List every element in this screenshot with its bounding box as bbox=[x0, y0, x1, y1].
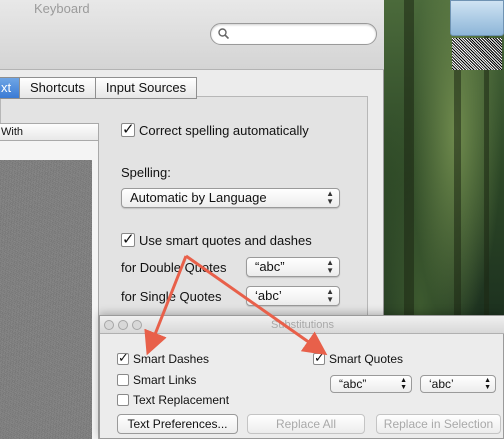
smart-quotes-label: Smart Quotes bbox=[329, 352, 404, 366]
smart-dashes-checkbox[interactable] bbox=[117, 351, 129, 366]
spelling-select[interactable]: Automatic by Language ▲ ▼ bbox=[121, 188, 340, 208]
close-button[interactable] bbox=[104, 320, 114, 330]
search-field[interactable] bbox=[210, 23, 377, 45]
subs-double-quotes-value: “abc” bbox=[339, 377, 367, 391]
double-quotes-value: “abc” bbox=[255, 259, 285, 274]
subs-double-quotes-select[interactable]: “abc” ▲ ▼ bbox=[330, 375, 412, 393]
zoom-button[interactable] bbox=[132, 320, 142, 330]
replace-all-button[interactable]: Replace All bbox=[247, 414, 365, 434]
single-quotes-label: for Single Quotes bbox=[121, 289, 222, 304]
list-column-header[interactable]: With bbox=[0, 123, 99, 141]
tab-input-sources[interactable]: Input Sources bbox=[95, 77, 198, 99]
spelling-select-value: Automatic by Language bbox=[130, 190, 267, 205]
tab-bar: xt Shortcuts Input Sources bbox=[0, 77, 198, 99]
double-quotes-select[interactable]: “abc” ▲ ▼ bbox=[246, 257, 340, 277]
minimize-button[interactable] bbox=[118, 320, 128, 330]
select-arrows-icon: ▲ ▼ bbox=[484, 377, 491, 391]
replace-in-selection-button[interactable]: Replace in Selection bbox=[376, 414, 501, 434]
tab-shortcuts[interactable]: Shortcuts bbox=[20, 77, 96, 99]
select-arrows-icon: ▲ ▼ bbox=[326, 258, 334, 275]
single-quotes-select[interactable]: ‘abc’ ▲ ▼ bbox=[246, 286, 340, 306]
substitutions-panel: Substitutions Smart Dashes Smart Links T… bbox=[99, 315, 504, 439]
select-arrows-icon: ▲ ▼ bbox=[326, 189, 334, 206]
text-replacement-label: Text Replacement bbox=[133, 393, 230, 407]
double-quotes-label: for Double Quotes bbox=[121, 260, 227, 275]
tab-text[interactable]: xt bbox=[0, 77, 20, 99]
smart-links-checkbox[interactable] bbox=[117, 374, 129, 386]
smart-quotes-checkbox[interactable] bbox=[313, 351, 325, 366]
text-replacement-checkbox[interactable] bbox=[117, 394, 129, 406]
substitutions-title-bar[interactable]: Substitutions bbox=[100, 316, 504, 334]
folder-icon[interactable] bbox=[450, 0, 504, 36]
select-arrows-icon: ▲ ▼ bbox=[326, 287, 334, 304]
window-title: Keyboard bbox=[34, 1, 90, 16]
correct-spelling-checkbox[interactable] bbox=[121, 120, 135, 138]
substitutions-title: Substitutions bbox=[271, 319, 334, 331]
spelling-label: Spelling: bbox=[121, 165, 171, 180]
correct-spelling-label: Correct spelling automatically bbox=[139, 123, 309, 138]
subs-single-quotes-select[interactable]: ‘abc’ ▲ ▼ bbox=[420, 375, 496, 393]
smart-quotes-dashes-checkbox[interactable] bbox=[121, 230, 135, 248]
single-quotes-value: ‘abc’ bbox=[255, 288, 282, 303]
subs-single-quotes-value: ‘abc’ bbox=[429, 377, 454, 391]
select-arrows-icon: ▲ ▼ bbox=[400, 377, 407, 391]
text-preferences-button[interactable]: Text Preferences... bbox=[117, 414, 238, 434]
smart-quotes-dashes-label: Use smart quotes and dashes bbox=[139, 233, 312, 248]
smart-links-label: Smart Links bbox=[133, 373, 197, 387]
obscured-list-content bbox=[0, 160, 92, 439]
search-icon bbox=[218, 28, 229, 39]
smart-dashes-label: Smart Dashes bbox=[133, 352, 210, 366]
folder-label bbox=[452, 38, 502, 70]
title-bar: Keyboard bbox=[0, 0, 384, 70]
